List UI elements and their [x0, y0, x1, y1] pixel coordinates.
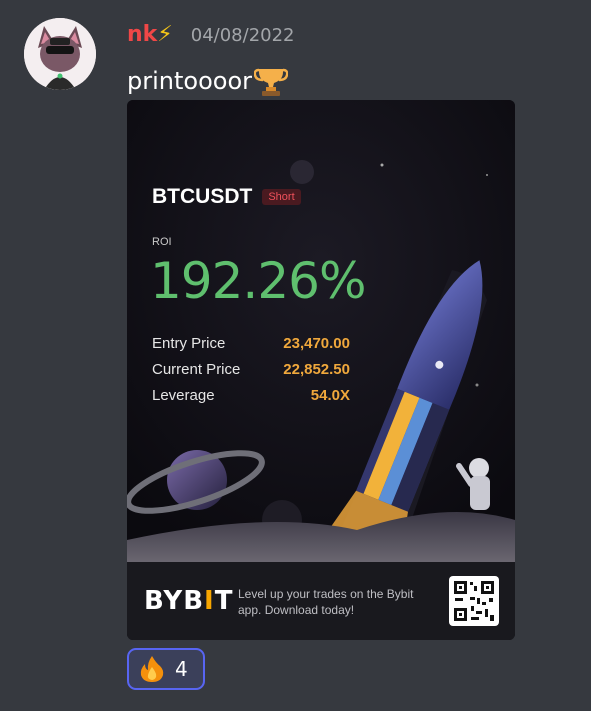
- message-content: printoooor: [127, 64, 288, 98]
- stat-value: 23,470.00: [283, 334, 350, 352]
- stat-value: 22,852.50: [283, 360, 350, 378]
- roi-value: 192.26%: [150, 252, 366, 310]
- stat-label: Leverage: [152, 386, 215, 404]
- stat-row-leverage: Leverage 54.0X: [152, 382, 350, 408]
- username[interactable]: nk⚡: [127, 22, 173, 47]
- card-footer: BYBIT Level up your trades on the Bybit …: [127, 562, 515, 640]
- position-side-badge: Short: [262, 189, 301, 205]
- avatar[interactable]: [24, 18, 96, 90]
- trading-pair: BTCUSDT: [152, 185, 253, 208]
- lightning-icon: ⚡: [157, 22, 173, 47]
- stat-row-entry-price: Entry Price 23,470.00: [152, 330, 350, 356]
- pnl-share-card[interactable]: BTCUSDT Short ROI 192.26% Entry Price 23…: [127, 100, 515, 640]
- stat-value: 54.0X: [310, 386, 350, 404]
- message-header: nk⚡ 04/08/2022: [127, 22, 295, 47]
- reaction-fire[interactable]: 4: [127, 648, 205, 690]
- bybit-logo: BYBIT: [144, 586, 234, 616]
- fire-icon: [140, 656, 164, 682]
- stat-row-current-price: Current Price 22,852.50: [152, 356, 350, 382]
- roi-label: ROI: [152, 236, 172, 248]
- stats-list: Entry Price 23,470.00 Current Price 22,8…: [152, 330, 350, 408]
- stat-label: Current Price: [152, 360, 241, 378]
- stat-label: Entry Price: [152, 334, 226, 352]
- pair-row: BTCUSDT Short: [152, 185, 301, 209]
- qr-code-icon: [449, 576, 499, 626]
- reaction-count: 4: [175, 657, 188, 681]
- promo-tagline: Level up your trades on the Bybit app. D…: [238, 587, 414, 617]
- avatar-cat-icon: [24, 18, 96, 90]
- trophy-icon: [254, 68, 288, 96]
- timestamp: 04/08/2022: [190, 25, 295, 46]
- message-text: printoooor: [127, 67, 252, 95]
